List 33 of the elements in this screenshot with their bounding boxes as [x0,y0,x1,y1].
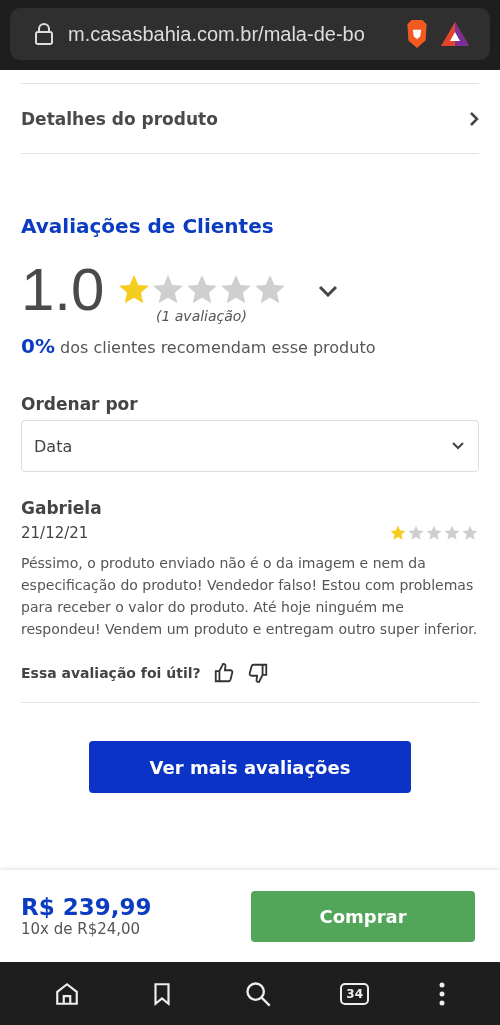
chevron-down-icon[interactable] [318,285,339,297]
home-icon[interactable] [54,980,81,1007]
star-icon [461,524,479,542]
search-icon[interactable] [243,979,272,1008]
triangle-icon[interactable] [440,21,470,47]
star-icon [407,524,425,542]
tab-count[interactable]: 34 [340,982,369,1005]
star-icon [425,524,443,542]
section-title: Avaliações de Clientes [21,214,275,238]
lock-icon [34,22,54,46]
chevron-down-icon [452,442,464,450]
review-date: 21/12/21 [21,524,89,542]
star-icon [389,524,407,542]
recommend-text: 0% dos clientes recomendam esse produto [21,334,377,358]
sort-select[interactable]: Data [21,420,479,472]
installments: 10x de R$24,00 [21,920,142,938]
more-icon[interactable] [437,981,446,1006]
address-bar[interactable]: m.casasbahia.com.br/mala-de-bo [10,8,490,60]
chevron-right-icon [469,110,479,127]
star-icon [443,524,461,542]
thumbs-up-icon[interactable] [212,662,235,684]
url-text: m.casasbahia.com.br/mala-de-bo [68,22,366,46]
sort-label: Ordenar por [21,394,139,414]
helpful-question: Essa avaliação foi útil? [21,665,201,681]
review-count: (1 avaliação) [155,308,247,324]
rating-score: 1.0 [21,258,105,322]
more-reviews-button[interactable]: Ver mais avaliações [89,741,411,793]
lion-shield-icon[interactable] [404,19,430,49]
thumbs-down-icon[interactable] [246,662,269,684]
review-text: Péssimo, o produto enviado não é o da imagem e nem da especificação do produto! Vendedor falso! Estou com problemas para receber o valor do produto. Até hoje ninguém me respondeu! Vendem um produto e entregam outro super inferior. [21,554,479,639]
review-author: Gabriela [21,498,103,518]
product-details-row[interactable]: Detalhes do produto [21,84,479,153]
price: R$ 239,99 [21,894,152,920]
